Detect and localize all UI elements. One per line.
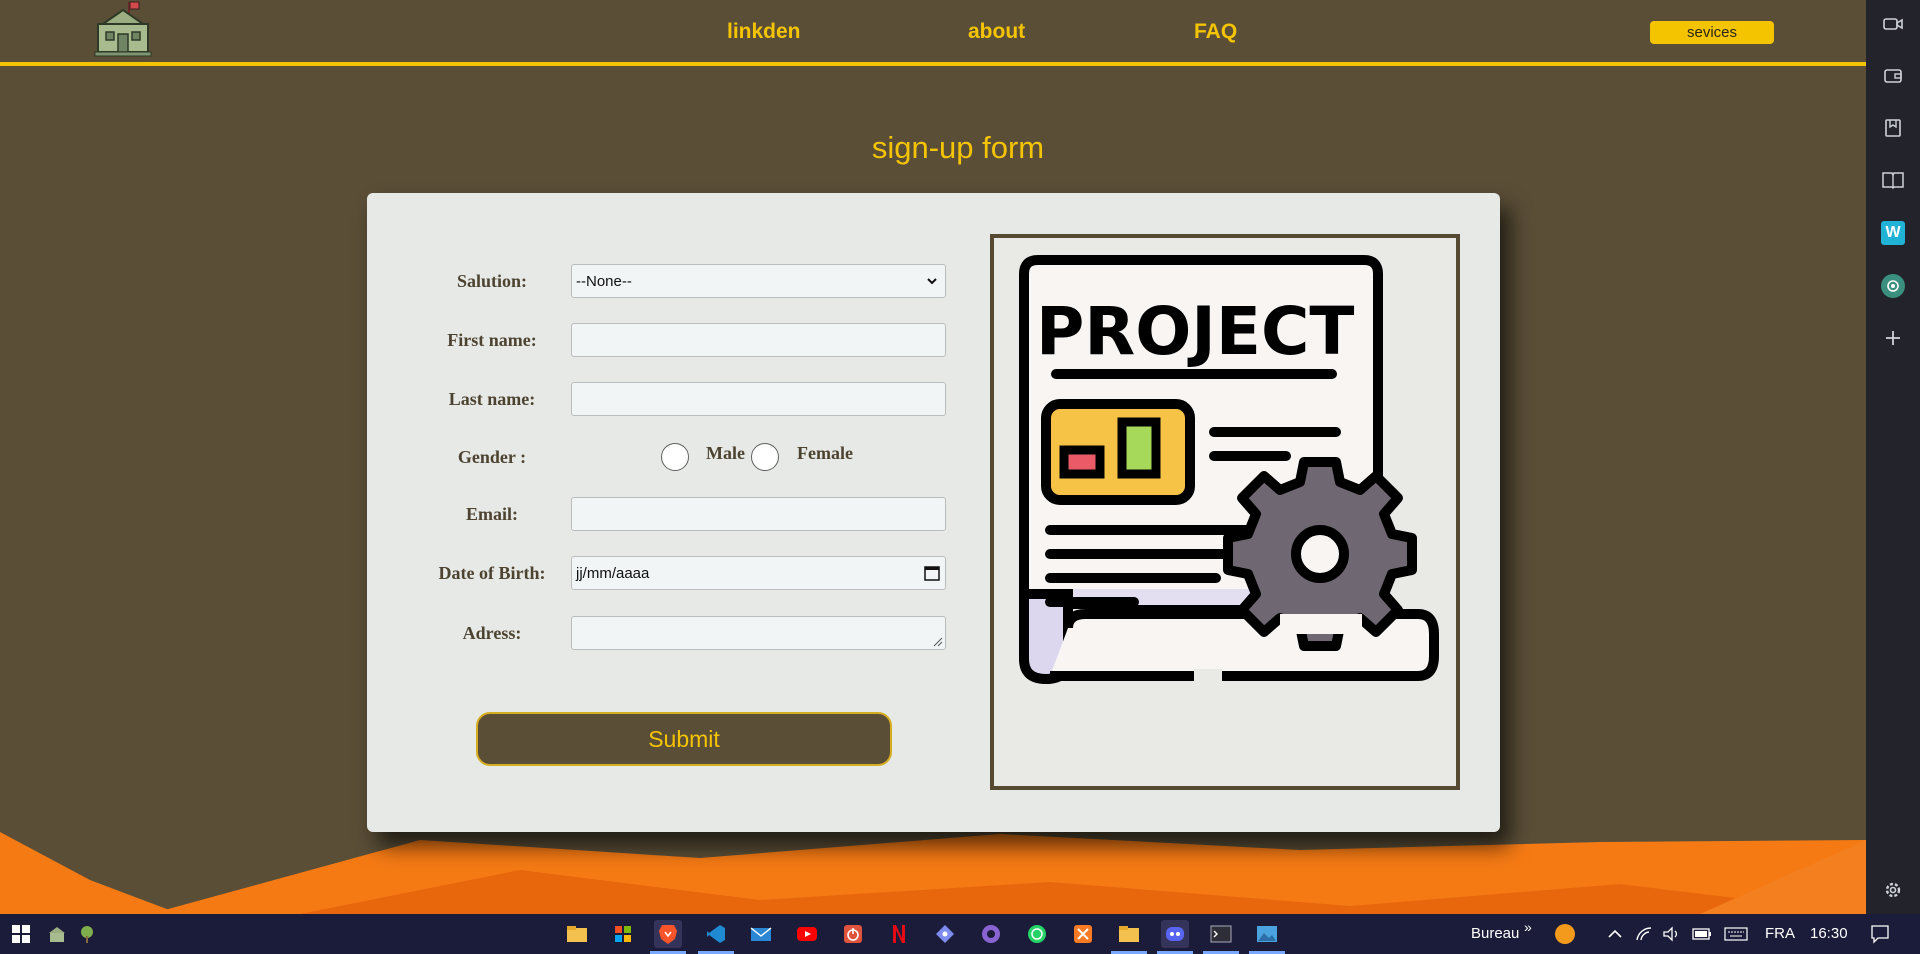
nav-link-faq[interactable]: FAQ (1194, 20, 1237, 44)
clock[interactable]: 16:30 (1810, 925, 1848, 942)
orange-circle-icon[interactable] (1551, 920, 1579, 948)
submit-button[interactable]: Submit (476, 712, 892, 766)
email-input[interactable] (571, 497, 946, 531)
chatgpt-icon[interactable] (1881, 274, 1905, 298)
address-row: Adress: (367, 616, 947, 650)
dob-placeholder: jj/mm/aaaa (576, 564, 650, 582)
first-name-input[interactable] (571, 323, 946, 357)
w-app-icon[interactable]: W (1881, 221, 1905, 245)
dob-row: Date of Birth: jj/mm/aaaa (367, 556, 947, 590)
address-label: Adress: (462, 622, 522, 643)
email-label: Email: (466, 503, 518, 524)
resize-handle-icon[interactable] (933, 637, 943, 647)
nav-link-linkden[interactable]: linkden (727, 20, 801, 44)
salutation-row: Salution: --None-- (367, 264, 947, 298)
pinned-tree-icon[interactable] (73, 920, 101, 948)
services-button[interactable]: sevices (1650, 21, 1774, 44)
salutation-label: Salution: (456, 270, 528, 291)
whatsapp-icon[interactable] (1023, 920, 1051, 948)
male-radio[interactable] (661, 443, 689, 471)
keyboard-icon[interactable] (1722, 920, 1750, 948)
toolbar-expand-chevron[interactable]: » (1524, 919, 1532, 935)
dob-input[interactable]: jj/mm/aaaa (571, 556, 946, 590)
page-title: sign-up form (871, 130, 1045, 165)
last-name-row: Last name: (367, 382, 947, 416)
terminal-icon[interactable] (1207, 920, 1235, 948)
project-illustration-frame: PROJECT (990, 234, 1460, 790)
last-name-input[interactable] (571, 382, 946, 416)
gender-row: Gender : Male Female (367, 440, 947, 474)
add-panel-icon[interactable] (1881, 326, 1905, 350)
salutation-select[interactable]: --None-- (571, 264, 946, 298)
nav-link-about[interactable]: about (968, 20, 1025, 44)
last-name-label: Last name: (448, 388, 536, 409)
language-indicator[interactable]: FRA (1765, 925, 1795, 942)
browser-sidebar: W (1866, 0, 1920, 914)
email-row: Email: (367, 497, 947, 531)
address-textarea[interactable] (571, 616, 946, 650)
calendar-icon[interactable] (923, 564, 941, 582)
first-name-label: First name: (447, 329, 537, 350)
power-app-icon[interactable] (839, 920, 867, 948)
netflix-icon[interactable] (885, 920, 913, 948)
pinned-house-icon[interactable] (43, 920, 71, 948)
wallet-icon[interactable] (1881, 64, 1905, 88)
photos-icon[interactable] (1253, 920, 1281, 948)
wifi-icon[interactable] (1630, 920, 1658, 948)
female-radio[interactable] (751, 443, 779, 471)
folder-icon[interactable] (1115, 920, 1143, 948)
bookmarks-icon[interactable] (1881, 116, 1905, 140)
github-icon[interactable] (977, 920, 1005, 948)
video-icon[interactable] (1881, 12, 1905, 36)
house-logo-icon[interactable] (92, 0, 154, 58)
desktop-toolbar-label[interactable]: Bureau (1471, 925, 1519, 942)
project-document-gear-illustration: PROJECT (1019, 255, 1439, 684)
chevron-down-icon (927, 278, 937, 285)
gear-icon[interactable] (1881, 878, 1905, 902)
web-page: linkden about FAQ sevices sign-up form S… (0, 0, 1866, 914)
discord-icon[interactable] (1161, 920, 1189, 948)
file-explorer-icon[interactable] (563, 920, 591, 948)
battery-icon[interactable] (1688, 920, 1716, 948)
mail-icon[interactable] (747, 920, 775, 948)
git-icon[interactable] (931, 920, 959, 948)
signup-card: Salution: --None-- First name: Last name… (367, 193, 1500, 832)
salutation-value: --None-- (576, 272, 632, 290)
illustration-heading: PROJECT (1036, 293, 1354, 370)
dob-label: Date of Birth: (438, 562, 546, 583)
taskbar: Bureau » FRA 16:30 (0, 914, 1920, 954)
gender-label: Gender : (457, 446, 527, 467)
youtube-icon[interactable] (793, 920, 821, 948)
male-label: Male (706, 443, 745, 463)
volume-icon[interactable] (1657, 920, 1685, 948)
female-label: Female (797, 443, 853, 463)
windows-start-icon[interactable] (7, 920, 35, 948)
brave-browser-icon[interactable] (654, 920, 682, 948)
vscode-icon[interactable] (702, 920, 730, 948)
chevron-up-icon[interactable] (1601, 920, 1629, 948)
mountains-background (0, 832, 1866, 914)
navbar: linkden about FAQ sevices (0, 0, 1866, 66)
notifications-icon[interactable] (1866, 920, 1894, 948)
store-icon[interactable] (609, 920, 637, 948)
xampp-icon[interactable] (1069, 920, 1097, 948)
first-name-row: First name: (367, 323, 947, 357)
reading-list-icon[interactable] (1881, 168, 1905, 192)
